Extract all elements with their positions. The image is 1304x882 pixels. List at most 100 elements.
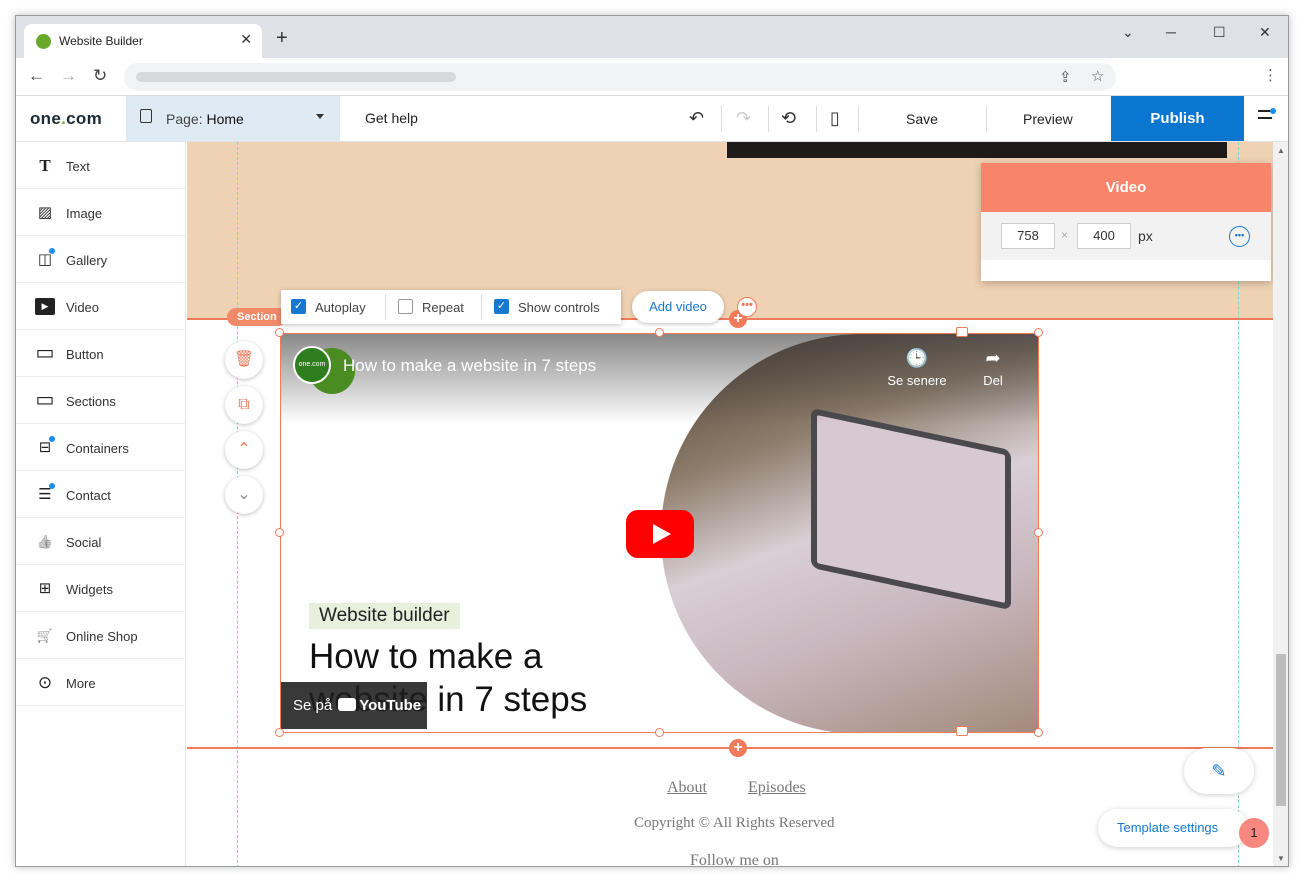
- watch-later-button[interactable]: 🕒 Se senere: [887, 348, 947, 388]
- url-blurred-text: [136, 72, 456, 82]
- duplicate-icon[interactable]: ⧉: [225, 386, 263, 424]
- url-field[interactable]: ⇪ ☆: [124, 63, 1116, 91]
- browser-tab[interactable]: Website Builder ✕: [24, 24, 262, 58]
- browser-menu-icon[interactable]: ⋮: [1263, 66, 1278, 84]
- share-arrow-icon: ➦: [985, 348, 1001, 368]
- chevron-down-icon: [316, 114, 324, 119]
- padding-handle[interactable]: [956, 327, 968, 337]
- sidebar-item-video[interactable]: ▶ Video: [16, 283, 185, 330]
- text-icon: T: [39, 156, 51, 175]
- element-sidebar: T Text ▨ Image ◫ Gallery ▶ Video ▭ Button ▭ Se…: [16, 142, 186, 866]
- scrollbar-thumb[interactable]: [1276, 654, 1286, 806]
- sidebar-item-sections[interactable]: ▭ Sections: [16, 377, 185, 424]
- address-bar: ← → ↻ ⇪ ☆ ⋮: [16, 58, 1288, 96]
- resize-handle[interactable]: [1034, 528, 1043, 537]
- redo-icon[interactable]: ↷: [736, 108, 751, 129]
- resize-handle[interactable]: [1034, 328, 1043, 337]
- channel-avatar[interactable]: one.com: [293, 346, 331, 384]
- sidebar-item-contact[interactable]: ☰ Contact: [16, 471, 185, 518]
- undo-icon[interactable]: ↶: [689, 108, 704, 129]
- autoplay-checkbox[interactable]: ✓: [291, 299, 306, 314]
- share-icon[interactable]: ⇪: [1059, 68, 1072, 86]
- footer-link-about[interactable]: About: [667, 779, 707, 797]
- minimize-icon[interactable]: ─: [1166, 24, 1176, 40]
- page-selector[interactable]: Page: Home: [126, 96, 340, 141]
- mobile-view-icon[interactable]: ▯: [830, 108, 840, 129]
- star-icon[interactable]: ☆: [1091, 67, 1104, 85]
- new-badge-dot: [49, 248, 55, 254]
- footer-copyright: Copyright © All Rights Reserved: [634, 815, 835, 831]
- tab-close-icon[interactable]: ✕: [240, 31, 252, 48]
- resize-handle[interactable]: [275, 328, 284, 337]
- back-arrow-icon[interactable]: ←: [28, 66, 45, 86]
- sidebar-item-text[interactable]: T Text: [16, 142, 185, 189]
- resize-handle[interactable]: [275, 528, 284, 537]
- history-icon[interactable]: ⟲: [781, 108, 796, 129]
- top-image[interactable]: [727, 142, 1227, 158]
- template-settings-button[interactable]: Template settings: [1098, 809, 1248, 847]
- youtube-play-button[interactable]: [626, 510, 694, 558]
- repeat-label: Repeat: [422, 300, 464, 315]
- sidebar-item-widgets[interactable]: ⊞ Widgets: [16, 565, 185, 612]
- save-button[interactable]: Save: [906, 111, 938, 127]
- forward-arrow-icon[interactable]: →: [60, 66, 77, 86]
- tab-search-icon[interactable]: ⌄: [1122, 24, 1134, 41]
- video-width-input[interactable]: 758: [1001, 223, 1055, 249]
- sidebar-item-image[interactable]: ▨ Image: [16, 189, 185, 236]
- page-icon: [140, 109, 152, 123]
- panel-more-options-icon[interactable]: •••: [1229, 226, 1250, 247]
- resize-handle[interactable]: [1034, 728, 1043, 737]
- video-embed[interactable]: one.com How to make a website in 7 steps…: [280, 333, 1039, 733]
- scroll-up-icon[interactable]: ▲: [1277, 146, 1285, 155]
- reload-icon[interactable]: ↻: [93, 66, 107, 86]
- sidebar-item-online-shop[interactable]: 🛒 Online Shop: [16, 612, 185, 659]
- maximize-icon[interactable]: ☐: [1213, 24, 1226, 41]
- sidebar-item-social[interactable]: 👍 Social: [16, 518, 185, 565]
- show-controls-checkbox[interactable]: ✓: [494, 299, 509, 314]
- video-panel-body: 758 × 400 px •••: [981, 212, 1271, 260]
- sidebar-item-gallery[interactable]: ◫ Gallery: [16, 236, 185, 283]
- add-video-button[interactable]: Add video: [632, 291, 724, 323]
- share-button[interactable]: ➦ Del: [963, 348, 1023, 388]
- design-brush-icon[interactable]: ✎: [1184, 748, 1254, 794]
- resize-handle[interactable]: [655, 328, 664, 337]
- add-section-plus-icon[interactable]: +: [729, 739, 747, 757]
- video-title[interactable]: How to make a website in 7 steps: [343, 356, 596, 376]
- more-icon: ⊙: [37, 673, 53, 692]
- publish-button[interactable]: Publish: [1111, 96, 1244, 141]
- vertical-scrollbar[interactable]: ▲ ▼: [1273, 142, 1288, 866]
- editor-canvas[interactable]: Section + ✓ Autoplay Repeat ✓ Show contr…: [187, 142, 1273, 866]
- repeat-checkbox[interactable]: [398, 299, 413, 314]
- new-badge-dot: [49, 483, 55, 489]
- autoplay-label: Autoplay: [315, 300, 366, 315]
- dimension-separator: ×: [1061, 228, 1069, 242]
- preview-button[interactable]: Preview: [1023, 111, 1073, 127]
- new-tab-button[interactable]: +: [276, 28, 288, 48]
- sidebar-item-containers[interactable]: ⊟ Containers: [16, 424, 185, 471]
- move-up-chevron-icon[interactable]: ⌃: [225, 431, 263, 469]
- get-help-link[interactable]: Get help: [365, 110, 418, 126]
- padding-handle[interactable]: [956, 726, 968, 736]
- delete-trash-icon[interactable]: 🗑: [225, 341, 263, 379]
- video-tag: Website builder: [309, 603, 460, 629]
- move-down-chevron-icon[interactable]: ⌄: [225, 476, 263, 514]
- more-options-icon[interactable]: •••: [737, 297, 757, 317]
- video-height-input[interactable]: 400: [1077, 223, 1131, 249]
- show-controls-label: Show controls: [518, 300, 600, 315]
- sidebar-item-button[interactable]: ▭ Button: [16, 330, 185, 377]
- sidebar-item-more[interactable]: ⊙ More: [16, 659, 185, 706]
- scroll-down-icon[interactable]: ▼: [1277, 854, 1285, 863]
- footer-link-episodes[interactable]: Episodes: [748, 779, 806, 797]
- widgets-icon: ⊞: [38, 580, 52, 597]
- tab-title: Website Builder: [59, 34, 143, 48]
- close-window-icon[interactable]: ✕: [1259, 24, 1271, 41]
- youtube-logo-icon: YouTube: [338, 682, 421, 729]
- template-settings-badge: 1: [1239, 818, 1269, 848]
- watch-on-youtube-button[interactable]: Se på YouTube: [281, 682, 427, 729]
- resize-handle[interactable]: [275, 728, 284, 737]
- hamburger-menu-icon[interactable]: [1258, 108, 1276, 126]
- video-icon: ▶: [35, 298, 55, 315]
- video-toolbar: ✓ Autoplay Repeat ✓ Show controls: [281, 290, 621, 324]
- section-label[interactable]: Section: [227, 308, 287, 326]
- resize-handle[interactable]: [655, 728, 664, 737]
